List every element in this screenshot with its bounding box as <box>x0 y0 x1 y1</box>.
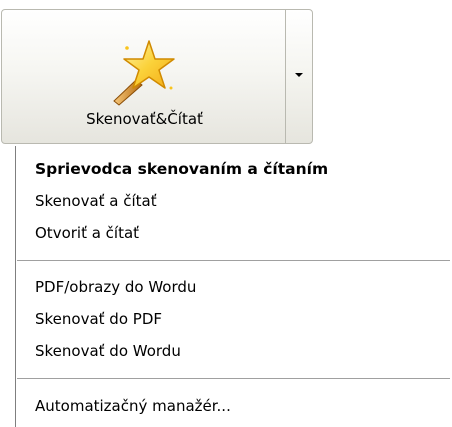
menu-item-scan-read-wizard[interactable]: Sprievodca skenovaním a čítaním <box>35 159 328 179</box>
menu-left-border <box>15 146 16 427</box>
menu-separator <box>17 260 450 261</box>
scan-read-button[interactable]: Skenovať&Čítať <box>1 9 286 144</box>
menu-item-open-and-read[interactable]: Otvoriť a čítať <box>35 223 139 243</box>
dropdown-arrow-icon <box>295 73 303 77</box>
scan-read-button-label: Skenovať&Čítať <box>86 110 203 128</box>
menu-item-automation-manager[interactable]: Automatizačný manažér... <box>35 396 231 416</box>
menu-item-scan-to-word[interactable]: Skenovať do Wordu <box>35 341 181 361</box>
scan-read-dropdown-button[interactable] <box>285 9 313 144</box>
scan-read-menu: Sprievodca skenovaním a čítaním Skenovať… <box>0 146 452 427</box>
scan-read-split-button[interactable]: Skenovať&Čítať <box>1 9 313 146</box>
menu-item-scan-and-read[interactable]: Skenovať a čítať <box>35 191 157 211</box>
magic-wand-star-icon <box>113 40 175 106</box>
menu-item-pdf-images-to-word[interactable]: PDF/obrazy do Wordu <box>35 277 196 297</box>
menu-item-scan-to-pdf[interactable]: Skenovať do PDF <box>35 309 162 329</box>
menu-separator <box>17 378 450 379</box>
